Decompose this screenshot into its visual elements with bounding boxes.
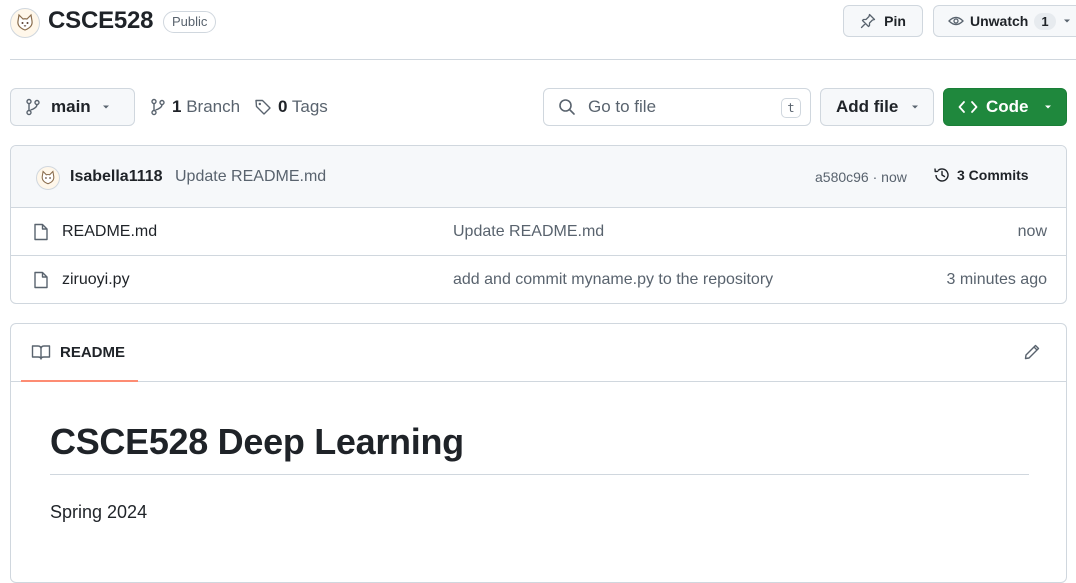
book-icon [31,345,51,360]
readme-panel: README CSCE528 Deep Learning Spring 2024 [10,323,1067,583]
readme-tab-bar: README [11,324,1066,382]
git-branch-icon [26,98,40,116]
file-browser: Isabella1118 Update README.md a580c96 · … [10,145,1067,304]
tag-icon [255,99,271,115]
code-button[interactable]: Code [943,88,1067,126]
go-to-file-input[interactable] [586,96,766,118]
code-icon [958,101,978,113]
go-to-file-search[interactable]: t [543,88,811,126]
pin-button[interactable]: Pin [843,5,923,37]
cat-avatar-icon [41,170,55,185]
chevron-down-icon [102,105,109,109]
chevron-down-icon [912,105,919,109]
eye-icon [948,16,964,26]
file-row[interactable]: ziruoyi.py add and commit myname.py to t… [11,256,1066,303]
pin-label: Pin [884,13,906,29]
file-name[interactable]: README.md [62,223,157,241]
unwatch-button[interactable]: Unwatch 1 [933,5,1076,37]
file-name[interactable]: ziruoyi.py [62,271,130,289]
commit-hash-time[interactable]: a580c96 · now [815,169,907,185]
file-icon [34,223,48,241]
branch-name: main [51,97,91,116]
commit-author[interactable]: Isabella1118 [70,168,163,186]
commits-count: 3 Commits [957,167,1029,183]
readme-heading: CSCE528 Deep Learning [50,421,1029,475]
add-file-button[interactable]: Add file [820,88,934,126]
commit-author-avatar[interactable] [36,166,60,190]
file-commit-message[interactable]: Update README.md [453,223,604,241]
tags-link[interactable]: 0 Tags [254,97,328,117]
file-row[interactable]: README.md Update README.md now [11,208,1066,256]
visibility-badge: Public [163,11,217,33]
branch-count: 1 [172,97,182,116]
file-commit-time: now [1017,223,1047,240]
branch-count-label: Branch [186,97,241,116]
tag-count-label: Tags [291,97,328,116]
tab-readme[interactable]: README [21,324,138,382]
branch-select-button[interactable]: main [10,88,135,126]
search-icon [559,99,575,115]
pencil-icon[interactable] [1023,343,1041,361]
keyboard-shortcut-hint: t [781,98,801,118]
add-file-label: Add file [836,97,899,116]
commits-history-link[interactable]: 3 Commits [933,166,1029,184]
file-icon [34,271,48,289]
repo-name[interactable]: CSCE528 [48,7,154,35]
file-commit-time: 3 minutes ago [946,271,1047,288]
cat-avatar-icon [17,13,33,31]
repo-owner-avatar[interactable] [10,8,40,38]
chevron-down-icon [1044,105,1051,109]
tag-count: 0 [278,97,288,116]
chevron-down-icon [1063,19,1070,23]
header-divider [10,59,1076,60]
latest-commit-bar: Isabella1118 Update README.md a580c96 · … [11,146,1066,208]
file-commit-message[interactable]: add and commit myname.py to the reposito… [453,271,773,289]
commit-message[interactable]: Update README.md [175,168,326,186]
pin-icon [860,13,876,29]
readme-tab-label: README [60,343,126,361]
branches-link[interactable]: 1 Branch [150,97,240,117]
readme-paragraph: Spring 2024 [50,502,148,522]
watch-count: 1 [1034,12,1056,30]
code-label: Code [986,97,1029,116]
unwatch-label: Unwatch [970,13,1029,29]
git-branch-icon [151,98,165,116]
history-icon [934,168,949,182]
